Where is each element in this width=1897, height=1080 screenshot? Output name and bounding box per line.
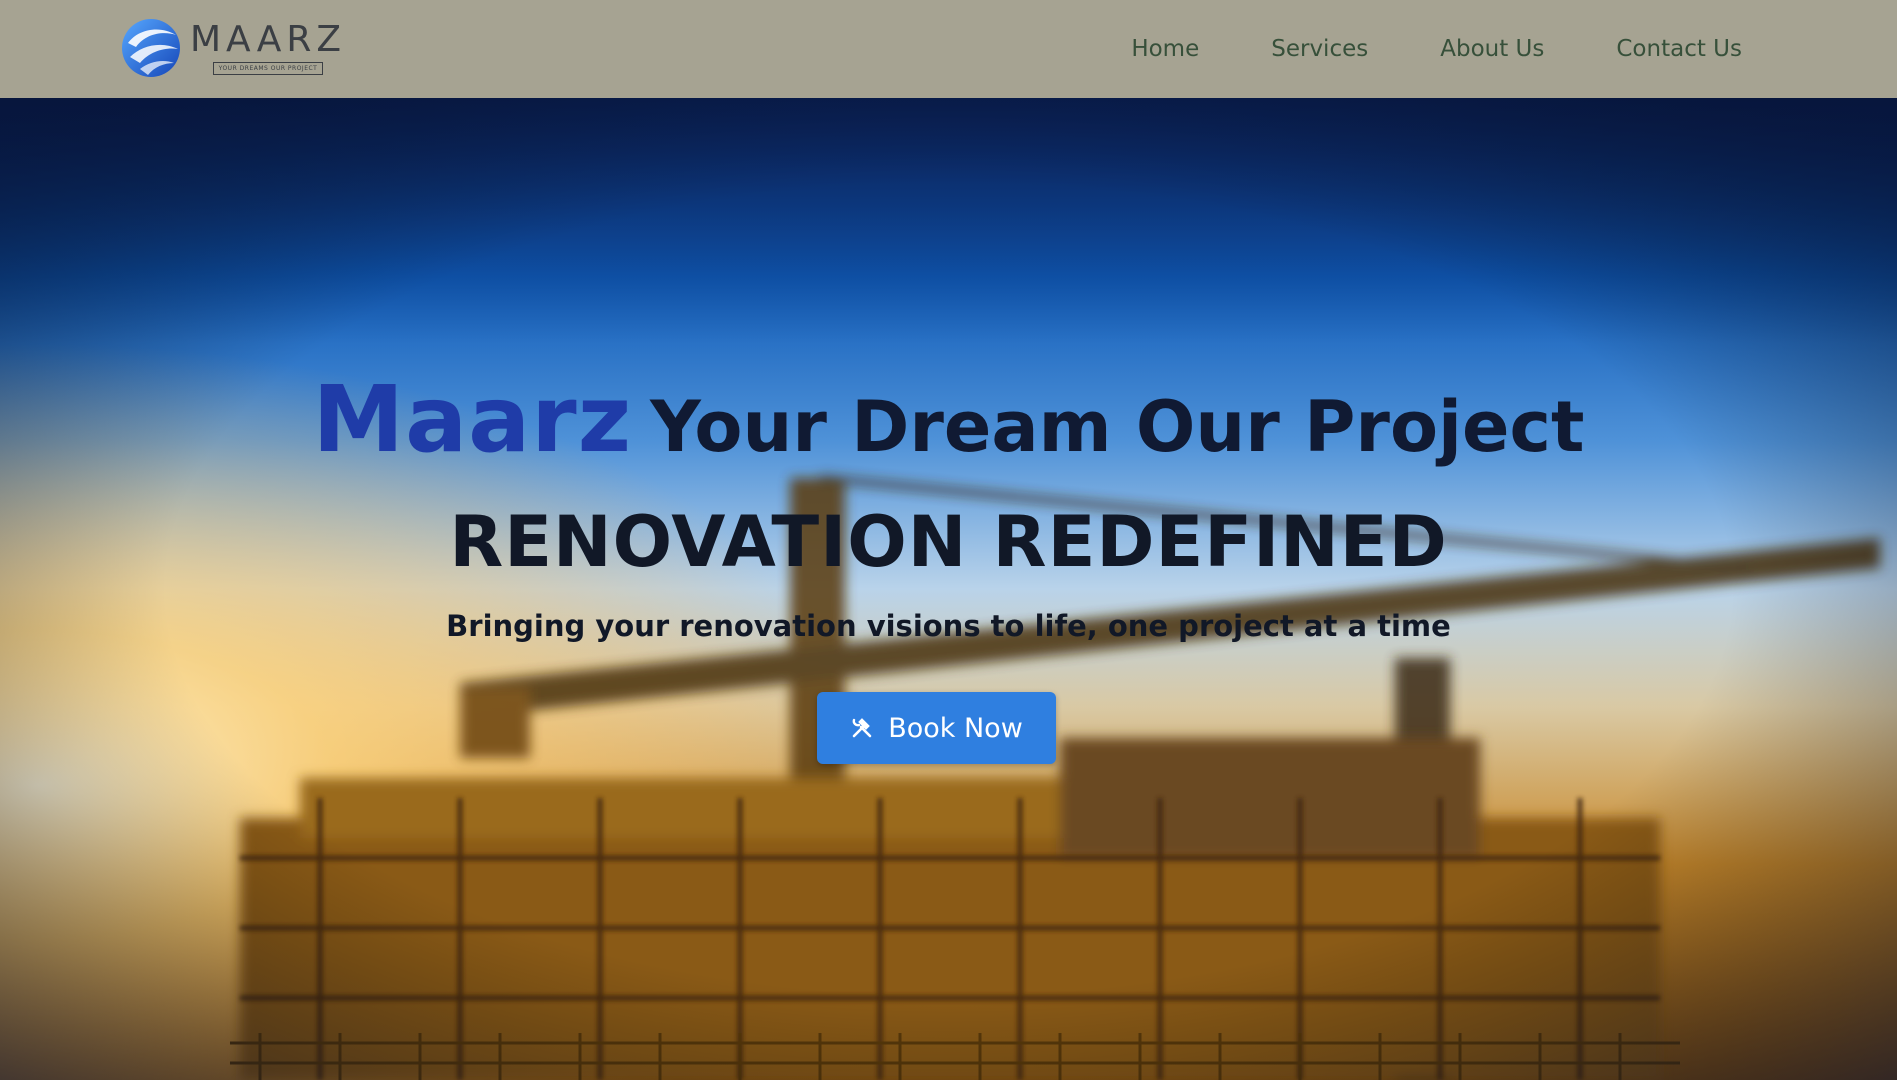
brand-logo[interactable]: MAARZ YOUR DREAMS OUR PROJECT — [120, 16, 350, 80]
nav-services[interactable]: Services — [1271, 36, 1368, 62]
nav-about-us[interactable]: About Us — [1440, 36, 1544, 62]
hero-section: Maarz Your Dream Our Project RENOVATION R… — [0, 98, 1897, 1080]
hero-lead-text: Bringing your renovation visions to life… — [446, 609, 1451, 643]
nav-contact-us[interactable]: Contact Us — [1616, 36, 1742, 62]
hero-subtitle: RENOVATION REDEFINED — [449, 501, 1448, 583]
hero-title: Your Dream Our Project — [650, 386, 1585, 468]
brand-tagline: YOUR DREAMS OUR PROJECT — [212, 61, 324, 75]
site-header: MAARZ YOUR DREAMS OUR PROJECT Home Servi… — [0, 0, 1897, 98]
book-now-label: Book Now — [888, 712, 1023, 744]
brand-wordmark: MAARZ YOUR DREAMS OUR PROJECT — [190, 18, 346, 75]
hero-headline: Maarz Your Dream Our Project — [0, 366, 1897, 473]
main-nav: Home Services About Us Contact Us — [1131, 0, 1742, 98]
book-now-button[interactable]: Book Now — [817, 692, 1056, 764]
swirl-globe-icon — [122, 19, 180, 77]
hero-content: Maarz Your Dream Our Project RENOVATION R… — [0, 98, 1897, 1080]
brand-name: MAARZ — [190, 18, 346, 60]
tools-icon — [852, 718, 872, 738]
nav-home[interactable]: Home — [1131, 36, 1199, 62]
hero-brand-word: Maarz — [312, 366, 633, 473]
